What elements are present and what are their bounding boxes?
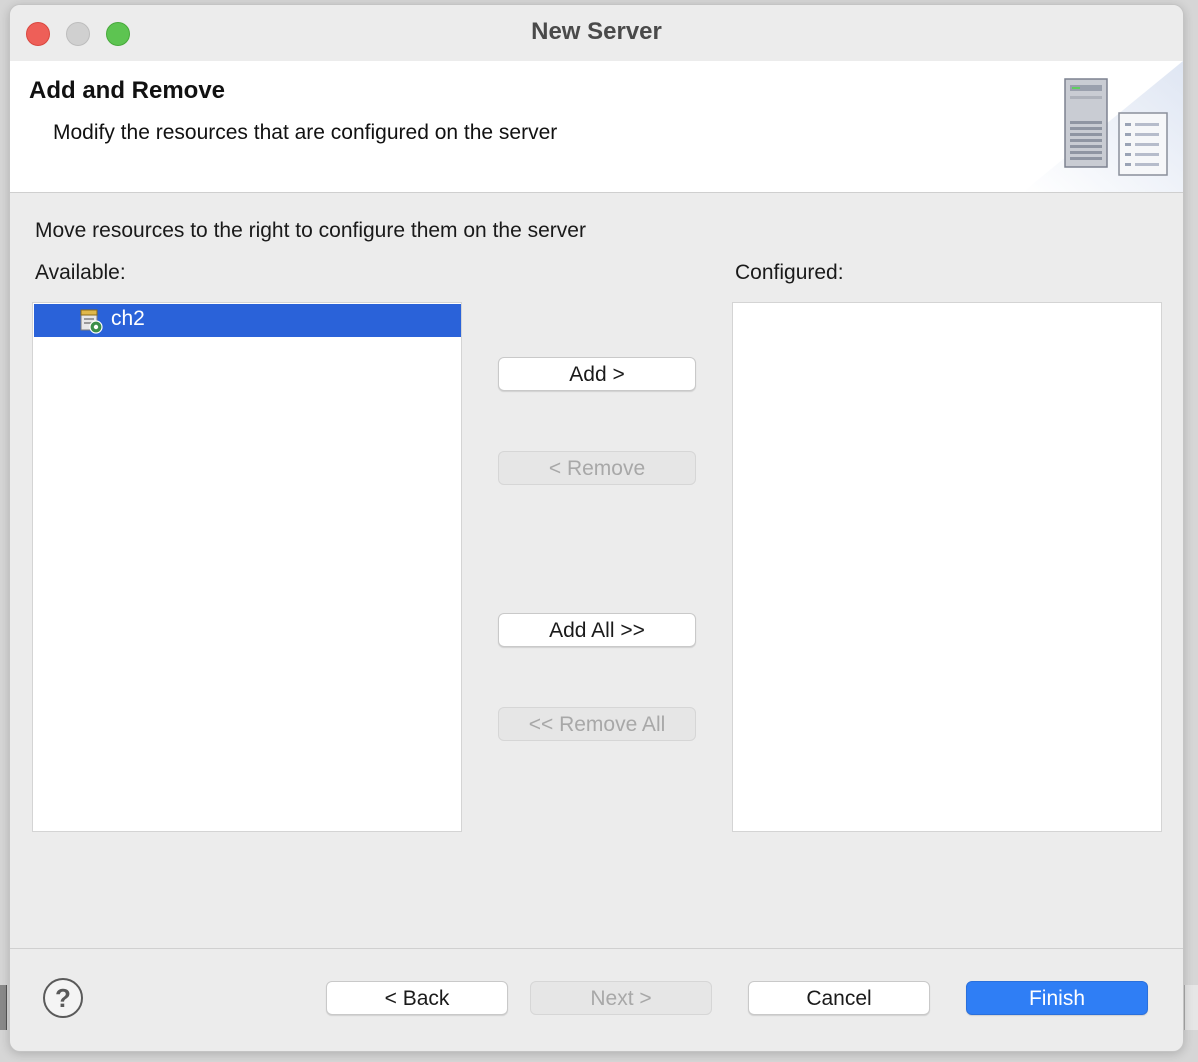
cancel-button[interactable]: Cancel: [748, 981, 930, 1015]
back-button[interactable]: < Back: [326, 981, 508, 1015]
wizard-header: Add and Remove Modify the resources that…: [10, 61, 1183, 193]
desktop-edge-left: [0, 985, 7, 1030]
desktop-edge-right: [1184, 985, 1198, 1030]
window-title: New Server: [531, 18, 662, 45]
available-list[interactable]: ch2: [32, 302, 462, 832]
help-icon[interactable]: ?: [43, 978, 83, 1018]
configured-label: Configured:: [735, 261, 844, 284]
list-item-ch2[interactable]: ch2: [34, 304, 461, 337]
title-bar: New Server: [10, 5, 1183, 61]
finish-button[interactable]: Finish: [966, 981, 1148, 1015]
add-all-button[interactable]: Add All >>: [498, 613, 696, 647]
next-button[interactable]: Next >: [530, 981, 712, 1015]
instructions-text: Move resources to the right to configure…: [35, 219, 586, 242]
configured-list[interactable]: [732, 302, 1162, 832]
remove-button[interactable]: < Remove: [498, 451, 696, 485]
list-item-label: ch2: [111, 307, 145, 330]
new-server-dialog: New Server Add and Remove Modify the res…: [9, 4, 1184, 1052]
server-banner-icon: [1023, 61, 1183, 192]
project-icon: [80, 309, 103, 334]
add-button[interactable]: Add >: [498, 357, 696, 391]
footer-divider: [10, 948, 1183, 949]
page-title: Add and Remove: [29, 77, 226, 104]
available-label: Available:: [35, 261, 126, 284]
page-description: Modify the resources that are configured…: [53, 121, 558, 144]
remove-all-button[interactable]: << Remove All: [498, 707, 696, 741]
